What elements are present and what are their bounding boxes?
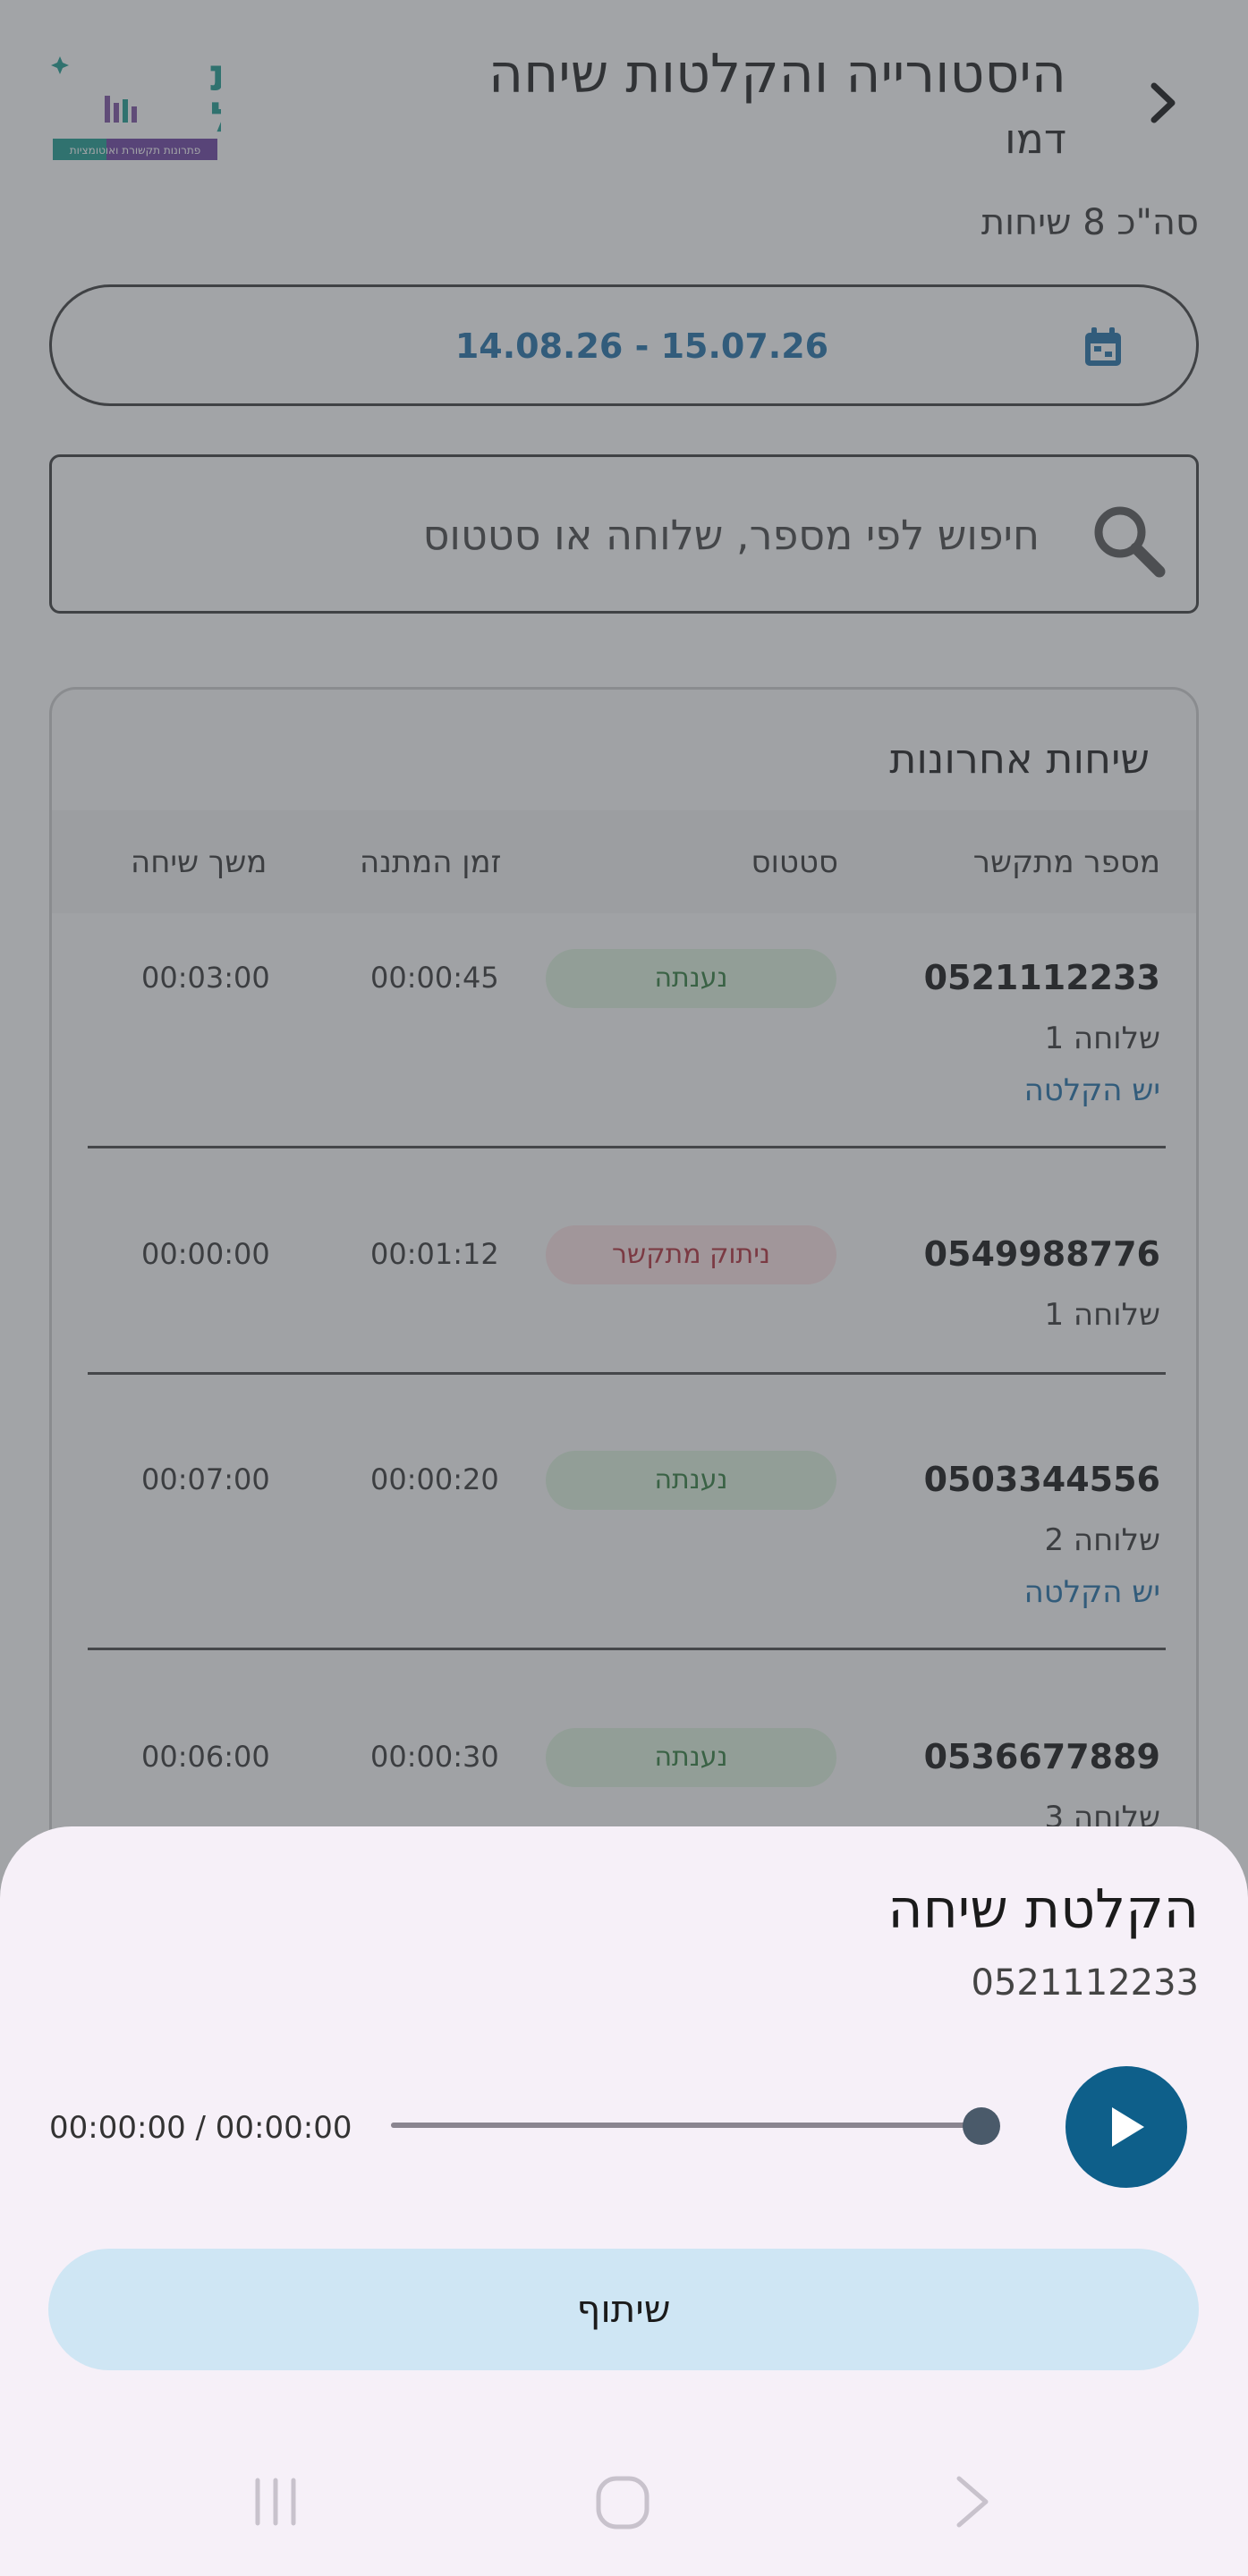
sheet-title: הקלטת שיחה — [887, 1878, 1199, 1941]
seek-bar[interactable] — [391, 2123, 981, 2128]
home-icon[interactable] — [593, 2473, 652, 2532]
play-button[interactable] — [1065, 2066, 1187, 2188]
seek-bar-progress — [391, 2123, 981, 2128]
recording-bottom-sheet: הקלטת שיחה 0521112233 00:00:00 / 00:00:0… — [0, 1826, 1248, 2576]
seek-bar-thumb[interactable] — [963, 2107, 1000, 2145]
player-time-display: 00:00:00 / 00:00:00 — [49, 2110, 352, 2146]
play-icon — [1112, 2107, 1144, 2147]
sheet-phone-number: 0521112233 — [971, 1962, 1200, 2004]
recents-icon[interactable] — [249, 2473, 302, 2530]
share-button[interactable]: שיתוף — [48, 2249, 1199, 2370]
back-icon[interactable] — [950, 2473, 995, 2530]
